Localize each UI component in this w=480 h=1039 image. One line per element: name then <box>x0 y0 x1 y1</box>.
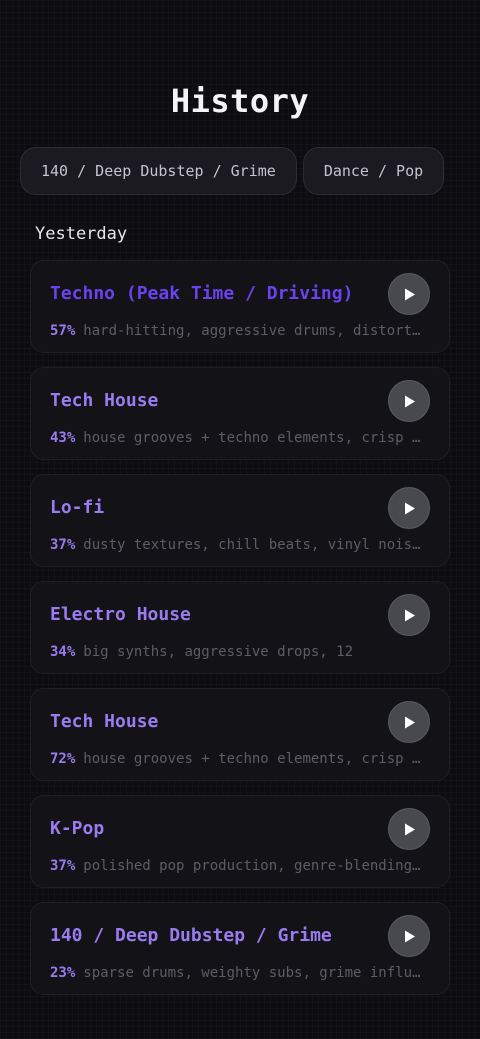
play-button[interactable] <box>388 915 430 957</box>
history-item[interactable]: Tech House 72% house grooves + techno ele… <box>30 688 450 781</box>
match-percent: 37% <box>50 537 76 553</box>
history-item-title: Lo-fi <box>50 497 105 518</box>
history-item-title: K-Pop <box>50 818 105 839</box>
history-item-description: house grooves + techno elements, crisp p… <box>83 751 426 767</box>
match-percent: 43% <box>50 430 76 446</box>
history-item-title: Electro House <box>50 604 191 625</box>
play-button[interactable] <box>388 380 430 422</box>
history-item[interactable]: Tech House 43% house grooves + techno ele… <box>30 367 450 460</box>
page-title: History <box>170 82 310 120</box>
play-icon <box>405 823 415 836</box>
play-icon <box>405 930 415 943</box>
history-item-description: polished pop production, genre-blending … <box>83 858 426 874</box>
history-item-description: dusty textures, chill beats, vinyl noise… <box>83 537 426 553</box>
history-item-meta: 43% house grooves + techno elements, cris… <box>50 430 426 446</box>
play-icon <box>405 609 415 622</box>
history-item-meta: 37% dusty textures, chill beats, vinyl no… <box>50 537 426 553</box>
play-button[interactable] <box>388 701 430 743</box>
section-label-yesterday: Yesterday <box>35 224 128 244</box>
history-item-meta: 57% hard-hitting, aggressive drums, disto… <box>50 323 426 339</box>
filter-chip[interactable]: 140 / Deep Dubstep / Grime <box>20 147 297 195</box>
history-item[interactable]: Lo-fi 37% dusty textures, chill beats, vi… <box>30 474 450 567</box>
play-button[interactable] <box>388 808 430 850</box>
history-item-title: Tech House <box>50 711 159 732</box>
history-item-description: house grooves + techno elements, crisp p… <box>83 430 426 446</box>
history-item-meta: 23% sparse drums, weighty subs, grime inf… <box>50 965 426 981</box>
play-button[interactable] <box>388 487 430 529</box>
genre-filter-row[interactable]: 140 / Deep Dubstep / Grime Dance / Pop <box>20 147 460 197</box>
history-item-description: sparse drums, weighty subs, grime influe… <box>83 965 426 981</box>
history-item-meta: 72% house grooves + techno elements, cris… <box>50 751 426 767</box>
history-item-title: 140 / Deep Dubstep / Grime <box>50 925 332 946</box>
history-item[interactable]: Techno (Peak Time / Driving) 57% hard-hit… <box>30 260 450 353</box>
history-item-description: big synths, aggressive drops, 12 <box>83 644 354 660</box>
match-percent: 72% <box>50 751 76 767</box>
history-item-title: Techno (Peak Time / Driving) <box>50 283 354 304</box>
play-icon <box>405 288 415 301</box>
history-item[interactable]: 140 / Deep Dubstep / Grime 23% sparse dru… <box>30 902 450 995</box>
match-percent: 34% <box>50 644 76 660</box>
play-icon <box>405 716 415 729</box>
history-item-meta: 37% polished pop production, genre-blendi… <box>50 858 426 874</box>
history-item-title: Tech House <box>50 390 159 411</box>
match-percent: 57% <box>50 323 76 339</box>
history-item-description: hard-hitting, aggressive drums, distorte… <box>83 323 426 339</box>
play-button[interactable] <box>388 594 430 636</box>
filter-chip[interactable]: Dance / Pop <box>302 147 445 195</box>
play-icon <box>405 395 415 408</box>
history-item-meta: 34% big synths, aggressive drops, 12 <box>50 644 426 660</box>
history-item[interactable]: Electro House 34% big synths, aggressive … <box>30 581 450 674</box>
match-percent: 37% <box>50 858 76 874</box>
history-item[interactable]: K-Pop 37% polished pop production, genre-… <box>30 795 450 888</box>
play-icon <box>405 502 415 515</box>
match-percent: 23% <box>50 965 76 981</box>
play-button[interactable] <box>388 273 430 315</box>
